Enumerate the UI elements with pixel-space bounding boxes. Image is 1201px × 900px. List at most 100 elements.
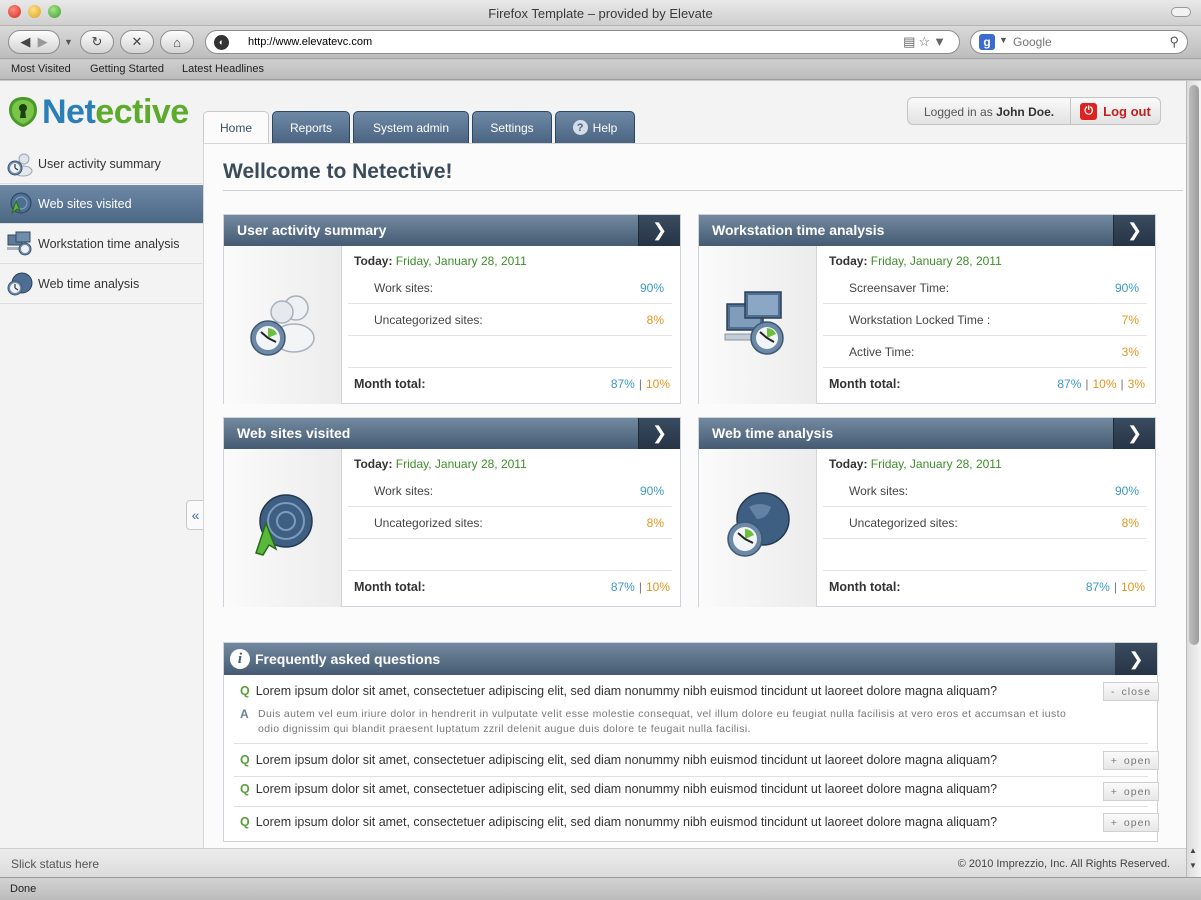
tab-system-admin[interactable]: System admin (353, 111, 469, 143)
card-web-sites-visited: Web sites visited ❯ Today: Friday, Janua… (223, 417, 681, 607)
window-title: Firefox Template – provided by Elevate (488, 6, 713, 21)
globe-clock-icon (727, 492, 790, 557)
window-titlebar: Firefox Template – provided by Elevate (0, 0, 1201, 26)
card-illustration (224, 246, 342, 404)
search-input[interactable] (1013, 35, 1163, 49)
help-icon: ? (572, 120, 588, 135)
card-illustration (224, 449, 342, 607)
rss-icon[interactable]: ▤ (903, 34, 918, 49)
app-footer: Slick status here © 2010 Imprezzio, Inc.… (0, 848, 1186, 877)
stat-value: 8% (1121, 516, 1139, 530)
stat-row-empty (348, 540, 672, 571)
month-total: Month total: 87% | 10% | 3% (829, 377, 1145, 391)
faq-divider (234, 743, 1148, 744)
user-name: John Doe. (996, 105, 1055, 119)
card-illustration (699, 246, 817, 404)
card-open-button[interactable]: ❯ (1113, 215, 1155, 246)
tab-settings[interactable]: Settings (472, 111, 552, 143)
back-arrow-icon[interactable]: ◀ (20, 34, 30, 50)
stat-value: 90% (639, 281, 664, 295)
stat-value: 8% (646, 313, 664, 327)
bookmark-most-visited[interactable]: Most Visited (11, 63, 71, 75)
users-clock-icon (250, 295, 315, 356)
faq-divider (234, 806, 1148, 807)
faq-question[interactable]: Q Lorem ipsum dolor sit amet, consectetue… (240, 815, 997, 829)
home-button[interactable]: ⌂ (160, 30, 194, 54)
back-forward-buttons[interactable]: ◀ ▶ (8, 30, 60, 54)
footer-status: Slick status here (11, 857, 100, 871)
card-open-button[interactable]: ❯ (1113, 418, 1155, 449)
collapse-sidebar-button[interactable]: « (186, 500, 204, 530)
google-icon[interactable]: g (979, 34, 995, 50)
tab-reports[interactable]: Reports (272, 111, 350, 143)
sidebar-item-workstation-time-analysis[interactable]: Workstation time analysis (0, 225, 202, 264)
site-identity-icon[interactable]: ◐ (214, 35, 229, 50)
bookmarks-toolbar: Most Visited Getting Started Latest Head… (0, 60, 1201, 80)
bookmark-latest-headlines[interactable]: Latest Headlines (182, 63, 264, 75)
faq-answer: A Duis autem vel eum iriure dolor in hend… (240, 707, 1067, 735)
stat-value: 90% (639, 484, 664, 498)
stat-row: Screensaver Time: 90% (823, 273, 1147, 304)
stat-value: 3% (1121, 345, 1139, 359)
today-line: Today: Friday, January 28, 2011 (354, 457, 527, 471)
faq-open-button[interactable]: ❯ (1115, 643, 1157, 675)
bookmark-getting-started[interactable]: Getting Started (90, 63, 164, 75)
forward-arrow-icon[interactable]: ▶ (38, 34, 48, 50)
card-header: Web sites visited ❯ (224, 418, 680, 449)
faq-open-button[interactable]: + open (1103, 751, 1159, 770)
toolbar-toggle-button[interactable] (1171, 7, 1191, 17)
stat-row: Work sites: 90% (348, 476, 672, 507)
app-viewport: Netective Home Reports System admin Sett… (0, 81, 1186, 877)
faq-question[interactable]: Q Lorem ipsum dolor sit amet, consectetue… (240, 782, 997, 796)
card-user-activity-summary: User activity summary ❯ Today: Friday, J… (223, 214, 681, 404)
chevron-right-icon: ❯ (651, 220, 668, 240)
vertical-scrollbar[interactable]: ▲ ▼ (1186, 81, 1201, 877)
today-date: Friday, January 28, 2011 (395, 254, 527, 268)
chevron-right-icon: ❯ (1128, 648, 1144, 669)
card-open-button[interactable]: ❯ (638, 418, 680, 449)
stat-row: Uncategorized sites: 8% (823, 508, 1147, 539)
card-open-button[interactable]: ❯ (638, 215, 680, 246)
faq-title: Frequently asked questions (255, 651, 441, 667)
stat-row-empty (823, 540, 1147, 571)
reload-button[interactable]: ↻ (80, 30, 114, 54)
search-engine-dropdown-icon[interactable]: ▼ (999, 35, 1008, 45)
copyright-text: © 2010 Imprezzio, Inc. All Rights Reserv… (957, 858, 1170, 870)
scrollbar-thumb[interactable] (1189, 85, 1199, 645)
card-header: Workstation time analysis ❯ (699, 215, 1155, 246)
sidebar-item-web-time-analysis[interactable]: Web time analysis (0, 265, 202, 304)
address-text[interactable]: http://www.elevatevc.com (248, 36, 372, 48)
sidebar-item-web-sites-visited[interactable]: Web sites visited (0, 185, 238, 225)
tab-home[interactable]: Home (203, 111, 269, 144)
sidebar-item-user-activity-summary[interactable]: User activity summary (0, 145, 202, 184)
history-dropdown-icon[interactable]: ▼ (64, 37, 73, 47)
netective-logo[interactable]: Netective (8, 93, 189, 131)
chevron-right-icon: ❯ (651, 423, 668, 443)
search-bar[interactable]: g ▼ ⚲ (970, 30, 1188, 54)
monitors-icon (724, 291, 784, 355)
faq-open-button[interactable]: + open (1103, 782, 1159, 801)
card-title: Web sites visited (237, 425, 351, 441)
chevron-right-icon: ❯ (1126, 423, 1143, 443)
card-header: User activity summary ❯ (224, 215, 680, 246)
faq-close-button[interactable]: - close (1103, 682, 1159, 701)
navigation-toolbar: ◀ ▶ ▼ ↻ ✕ ⌂ ◐ http://www.elevatevc.com ▤… (0, 26, 1201, 59)
url-dropdown-icon[interactable]: ▼ (933, 34, 949, 49)
sidebar: User activity summary Web sites visited … (0, 145, 238, 850)
faq-question[interactable]: Q Lorem ipsum dolor sit amet, consectetue… (240, 753, 997, 767)
address-bar[interactable]: ◐ http://www.elevatevc.com ▤☆▼ (205, 30, 960, 54)
scroll-up-arrow-icon[interactable]: ▲ (1189, 846, 1197, 855)
logout-button[interactable]: ⏻ Log out (1070, 98, 1160, 124)
month-total-values: 87% | 10% (610, 377, 670, 391)
stop-button[interactable]: ✕ (120, 30, 154, 54)
tab-help[interactable]: ? Help (555, 111, 635, 143)
scroll-down-arrow-icon[interactable]: ▼ (1189, 861, 1197, 870)
faq-question[interactable]: Q Lorem ipsum dolor sit amet, consectetue… (240, 684, 997, 698)
chevron-right-icon: ❯ (1126, 220, 1143, 240)
browser-status-bar: Done (0, 877, 1201, 900)
stat-value: 7% (1121, 313, 1139, 327)
bookmark-star-icon[interactable]: ☆ (918, 34, 933, 49)
search-icon[interactable]: ⚲ (1169, 34, 1179, 50)
users-clock-icon (7, 153, 33, 177)
faq-open-button[interactable]: + open (1103, 813, 1159, 832)
